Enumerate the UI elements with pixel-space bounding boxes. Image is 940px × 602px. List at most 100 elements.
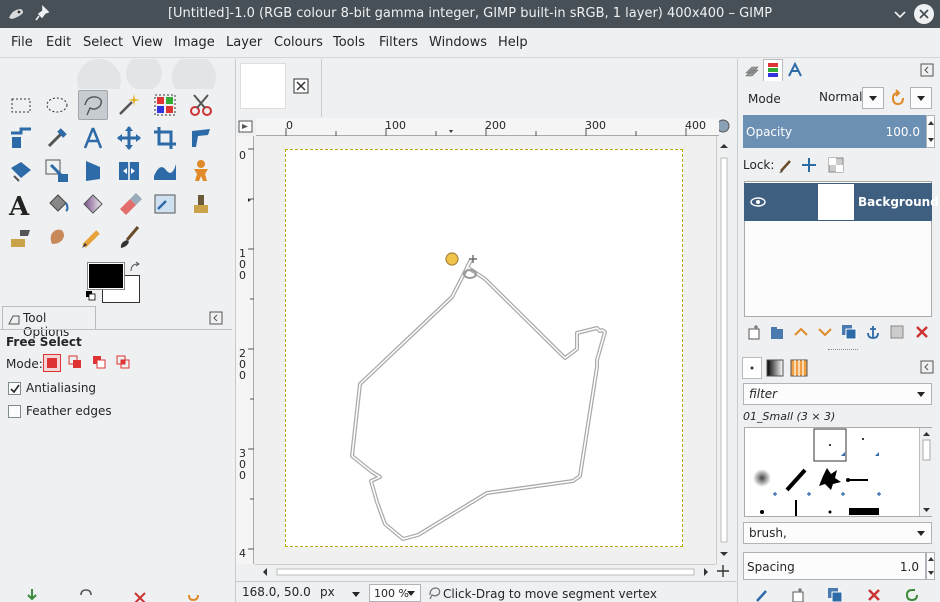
- warp-tool-icon[interactable]: [150, 156, 180, 186]
- minimize-button[interactable]: [890, 4, 910, 24]
- fuzzy-select-tool-icon[interactable]: [114, 90, 144, 120]
- spacing-slider[interactable]: Spacing 1.0: [743, 552, 926, 580]
- gradient-tool-icon[interactable]: [78, 189, 108, 219]
- quick-mask-menu-icon[interactable]: [237, 118, 255, 136]
- menu-image[interactable]: Image: [174, 35, 215, 50]
- brush-grid-scrollbar[interactable]: [919, 428, 932, 516]
- mode-subtract-button[interactable]: [91, 354, 109, 372]
- tab-channels[interactable]: [763, 59, 783, 81]
- warp-transform-tool-icon[interactable]: [6, 156, 36, 186]
- opacity-spinner[interactable]: [926, 115, 935, 148]
- menu-layer[interactable]: Layer: [226, 35, 262, 50]
- brush-filter-input[interactable]: filter: [743, 383, 932, 405]
- new-brush-icon[interactable]: [790, 587, 806, 602]
- paintbrush-tool-icon[interactable]: [114, 222, 144, 252]
- spacing-spinner[interactable]: [926, 552, 935, 580]
- panel-menu-icon[interactable]: [209, 311, 223, 325]
- blend-options-dropdown[interactable]: [910, 87, 932, 109]
- restore-tool-preset-icon[interactable]: [78, 587, 94, 602]
- fg-bg-color-selector[interactable]: [86, 261, 146, 309]
- vertex-handle[interactable]: [445, 252, 459, 266]
- swap-colors-icon[interactable]: [128, 261, 142, 275]
- menu-edit[interactable]: Edit: [46, 35, 71, 50]
- lock-position-icon[interactable]: [801, 157, 817, 173]
- lock-alpha-icon[interactable]: [828, 157, 844, 173]
- panel-menu-icon[interactable]: [920, 63, 934, 77]
- mode-replace-button[interactable]: [43, 354, 61, 372]
- feather-edges-checkbox[interactable]: [8, 405, 21, 418]
- tab-brushes[interactable]: [742, 357, 762, 379]
- free-select-tool-icon[interactable]: [78, 90, 108, 120]
- layer-row[interactable]: Background: [744, 183, 939, 221]
- duplicate-layer-icon[interactable]: [841, 324, 857, 340]
- free-select-path[interactable]: [255, 137, 716, 564]
- foreground-color-swatch[interactable]: [87, 262, 125, 290]
- move-tool-icon[interactable]: [114, 123, 144, 153]
- select-by-color-tool-icon[interactable]: [150, 90, 180, 120]
- scissors-tool-icon[interactable]: [186, 90, 216, 120]
- anchor-layer-icon[interactable]: [865, 324, 881, 340]
- delete-layer-icon[interactable]: [914, 324, 930, 340]
- navigate-icon[interactable]: [716, 564, 730, 578]
- layer-mode-dropdown-button[interactable]: [862, 87, 884, 109]
- pencil-tool-icon[interactable]: [78, 222, 108, 252]
- refresh-brushes-icon[interactable]: [904, 587, 920, 602]
- new-layer-icon[interactable]: [746, 324, 762, 340]
- menu-help[interactable]: Help: [498, 35, 528, 50]
- mode-add-button[interactable]: [67, 354, 85, 372]
- merge-layer-icon[interactable]: [889, 324, 905, 340]
- panel-menu-icon[interactable]: [920, 360, 934, 374]
- close-image-icon[interactable]: [293, 78, 309, 94]
- vertical-scrollbar[interactable]: [716, 136, 730, 564]
- eye-icon[interactable]: [750, 195, 766, 209]
- menu-colours[interactable]: Colours: [274, 35, 323, 50]
- tab-tool-options[interactable]: Tool Options: [2, 306, 96, 339]
- delete-brush-icon[interactable]: [866, 587, 882, 602]
- heal-tool-icon[interactable]: [150, 189, 180, 219]
- eraser-tool-icon[interactable]: [114, 189, 144, 219]
- layers-tab-icon[interactable]: [744, 61, 760, 79]
- menu-file[interactable]: File: [11, 35, 33, 50]
- menu-filters[interactable]: Filters: [379, 35, 418, 50]
- menu-tools[interactable]: Tools: [333, 35, 365, 50]
- ellipse-select-tool-icon[interactable]: [42, 90, 72, 120]
- patterns-tab-icon[interactable]: [790, 359, 808, 377]
- color-picker-tool-icon[interactable]: [42, 123, 72, 153]
- new-layer-group-icon[interactable]: [769, 324, 785, 340]
- image-tab[interactable]: [236, 59, 322, 117]
- canvas-viewport[interactable]: [255, 137, 716, 564]
- raise-layer-icon[interactable]: [793, 324, 809, 340]
- unit-selector[interactable]: px: [316, 584, 364, 602]
- rect-select-tool-icon[interactable]: [6, 90, 36, 120]
- reset-colors-icon[interactable]: [86, 291, 96, 301]
- paths-tool-icon[interactable]: [78, 123, 108, 153]
- flip-tool-icon[interactable]: [114, 156, 144, 186]
- perspective-tool-icon[interactable]: [78, 156, 108, 186]
- chevron-down-icon[interactable]: [407, 591, 415, 596]
- brush-tags-input[interactable]: brush,: [743, 522, 932, 544]
- close-button[interactable]: [914, 4, 934, 24]
- dodge-burn-tool-icon[interactable]: [42, 222, 72, 252]
- unified-transform-tool-icon[interactable]: [186, 123, 216, 153]
- lock-pixels-icon[interactable]: [778, 157, 794, 173]
- antialiasing-checkbox[interactable]: [8, 382, 21, 395]
- menu-select[interactable]: Select: [83, 35, 123, 50]
- menu-windows[interactable]: Windows: [429, 35, 487, 50]
- text-tool-icon[interactable]: A: [6, 189, 36, 222]
- delete-tool-preset-icon[interactable]: [132, 587, 148, 602]
- reset-mode-icon[interactable]: [889, 89, 907, 107]
- opacity-slider[interactable]: Opacity 100.0: [743, 115, 926, 148]
- save-tool-preset-icon[interactable]: [24, 587, 40, 602]
- scale-tool-icon[interactable]: [42, 156, 72, 186]
- clone-tool-icon[interactable]: [186, 189, 216, 219]
- gradients-tab-icon[interactable]: [766, 359, 784, 377]
- smudge-stamp-tool-icon[interactable]: [6, 222, 36, 252]
- paths-tab-icon[interactable]: [786, 61, 804, 79]
- pin-icon[interactable]: [32, 4, 52, 24]
- panel-separator[interactable]: [828, 349, 858, 352]
- edit-brush-icon[interactable]: [754, 587, 770, 602]
- reset-tool-options-icon[interactable]: [186, 587, 202, 602]
- crop-tool-icon[interactable]: [150, 123, 180, 153]
- foreground-select-tool-icon[interactable]: [6, 123, 36, 153]
- lower-layer-icon[interactable]: [817, 324, 833, 340]
